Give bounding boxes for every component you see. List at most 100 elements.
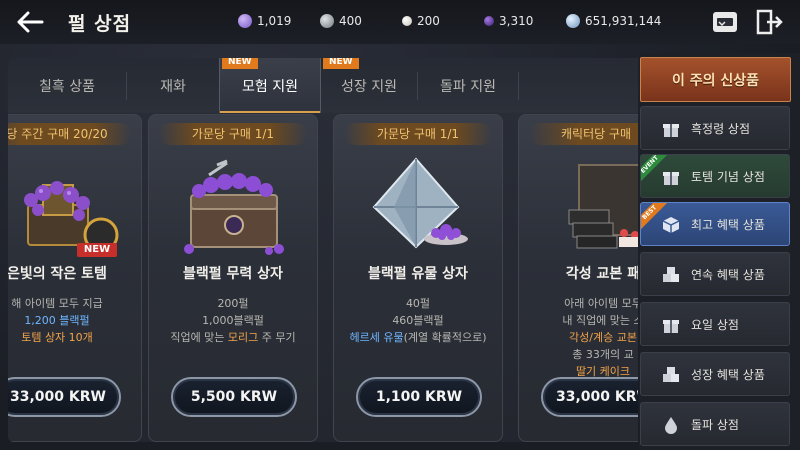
mailbox-icon — [713, 12, 737, 32]
product-card-totem[interactable]: 당 주간 구매 20/20 NEW 은빛의 작은 토템 해 아이템 모두 지급 … — [8, 114, 142, 442]
cube-icon — [662, 217, 680, 233]
product-name: 각성 교본 패 — [565, 266, 638, 282]
boxes-icon — [663, 367, 679, 382]
tab-label: 칠흑 상품 — [39, 78, 95, 95]
category-tabs: 칠흑 상품 재화 NEW 모험 지원 NEW 성장 지원 돌파 지원 — [8, 58, 638, 113]
back-arrow-icon — [17, 11, 44, 33]
sidebar-item-label: 흑정령 상점 — [691, 122, 751, 136]
sidebar-item-totem-shop[interactable]: EVENT 토템 기념 상점 — [640, 154, 790, 198]
sidebar-item-consecutive-deal[interactable]: 연속 혜택 상품 — [640, 252, 790, 296]
totem-chest-image — [24, 181, 119, 253]
product-desc-line: 직업에 맞는 모리그 주 무기 — [149, 329, 317, 345]
purple-gem-icon — [238, 14, 252, 28]
desc-text: (계열 확률적으로) — [403, 331, 487, 344]
sidebar-item-best-deal[interactable]: BEST 최고 혜택 상품 — [640, 202, 790, 246]
mailbox-button[interactable] — [710, 8, 740, 36]
sidebar-item-daily-shop[interactable]: 요일 상점 — [640, 302, 790, 346]
tab-label: 모험 지원 — [242, 78, 298, 95]
sidebar-item-label: 토템 기념 상점 — [691, 170, 765, 184]
shop-sidebar: 이 주의 신상품 흑정령 상점 EVENT 토템 기념 상점 BEST 최고 혜… — [639, 53, 800, 450]
purchase-limit: 가문당 구매 1/1 — [159, 123, 307, 145]
treasure-chest-image — [184, 159, 284, 255]
currency-silver-coin: 400 — [320, 12, 362, 30]
product-card-blackpearl-power-box[interactable]: 가문당 구매 1/1 블랙펄 무력 상자 200펄 1,000블랙펄 직업에 맞… — [148, 114, 318, 442]
highlight-text: 헤르세 유물 — [349, 331, 404, 344]
purchase-limit: 가문당 구매 1/1 — [344, 123, 492, 145]
buy-button[interactable]: 33,000 KRW — [8, 377, 121, 417]
gift-icon — [663, 172, 679, 185]
page-title: 펄 상점 — [68, 13, 132, 35]
product-card-blackpearl-relic-box[interactable]: 가문당 구매 1/1 블랙펄 유물 상자 40펄 460블랙펄 헤르세 유물(계… — [333, 114, 503, 442]
product-desc-line: 200펄 — [217, 297, 249, 310]
product-desc-line: 40펄 — [405, 297, 431, 310]
tab-black-items[interactable]: 칠흑 상품 — [8, 58, 126, 113]
sidebar-item-label: 최고 혜택 상품 — [691, 218, 765, 232]
product-list: 당 주간 구매 20/20 NEW 은빛의 작은 토템 해 아이템 모두 지급 … — [8, 114, 638, 442]
purchase-limit: 캐릭터당 구매 — [529, 123, 638, 145]
currency-value: 3,310 — [499, 14, 534, 28]
purchase-limit: 당 주간 구매 20/20 — [8, 123, 131, 145]
shop-panel: 칠흑 상품 재화 NEW 모험 지원 NEW 성장 지원 돌파 지원 당 주간 … — [8, 58, 638, 442]
shop-screen: 펄 상점 1,019 400 200 3,310 651,931,144 칠흑 … — [0, 0, 800, 450]
product-desc-line: 1,000블랙펄 — [202, 314, 264, 327]
product-name: 블랙펄 유물 상자 — [368, 266, 468, 282]
currency-white-pearl: 200 — [402, 12, 440, 30]
gift-icon — [663, 320, 679, 333]
new-badge: NEW — [222, 58, 258, 69]
product-desc-line: 해 아이템 모두 지급 — [11, 297, 103, 310]
product-desc-line: 460블랙펄 — [392, 314, 444, 327]
tab-adventure-support[interactable]: NEW 모험 지원 — [219, 58, 321, 113]
sidebar-item-spirit-shop[interactable]: 흑정령 상점 — [640, 106, 790, 150]
sidebar-item-label: 요일 상점 — [691, 318, 739, 332]
currency-black-pearl: 3,310 — [484, 12, 533, 30]
sidebar-item-label: 돌파 상점 — [691, 418, 739, 432]
currency-purple-gem: 1,019 — [238, 12, 291, 30]
buy-button[interactable]: 33,000 KRW — [541, 377, 638, 417]
currency-value: 200 — [417, 14, 440, 28]
black-pearl-icon — [484, 16, 494, 26]
product-card-awakening-book[interactable]: 캐릭터당 구매 각성 교본 패 아래 아이템 모두 내 직업에 맞는 스 각성/… — [518, 114, 638, 442]
currency-value: 651,931,144 — [585, 14, 662, 28]
product-desc-line: 내 직업에 맞는 스 — [562, 314, 638, 327]
buy-button[interactable]: 1,100 KRW — [356, 377, 482, 417]
highlight-text: 모리그 — [227, 331, 259, 344]
currency-value: 1,019 — [257, 14, 292, 28]
highlight-text: 토템 상자 10개 — [21, 331, 93, 344]
gift-icon — [663, 124, 679, 137]
product-desc-line: 헤르세 유물(계열 확률적으로) — [334, 329, 502, 345]
boxes-icon — [663, 267, 679, 282]
book-bundle-image — [568, 164, 638, 249]
desc-text: 직업에 맞는 — [170, 331, 228, 344]
product-desc-line: 1,200 블랙펄 — [24, 314, 90, 327]
product-name: 블랙펄 무력 상자 — [183, 266, 283, 282]
tab-divider — [518, 72, 519, 100]
currency-value: 400 — [339, 14, 362, 28]
tab-label: 돌파 지원 — [440, 78, 496, 95]
buy-button[interactable]: 5,500 KRW — [171, 377, 297, 417]
sidebar-item-label: 성장 혜택 상품 — [691, 368, 765, 382]
new-item-badge: NEW — [77, 243, 117, 257]
tab-label: 성장 지원 — [341, 78, 397, 95]
product-desc-line: 총 33개의 교 — [572, 348, 634, 361]
back-button[interactable] — [12, 6, 48, 38]
weekly-new-banner[interactable]: 이 주의 신상품 — [640, 57, 791, 102]
sidebar-item-breakthrough-shop[interactable]: 돌파 상점 — [640, 402, 790, 446]
silver-coin-icon — [320, 14, 334, 28]
diamond-icon — [566, 14, 580, 28]
sidebar-item-label: 연속 혜택 상품 — [691, 268, 765, 282]
tab-breakthrough-support[interactable]: 돌파 지원 — [418, 58, 518, 113]
sidebar-item-growth-deal[interactable]: 성장 혜택 상품 — [640, 352, 790, 396]
desc-text: 주 무기 — [258, 331, 296, 344]
new-badge: NEW — [323, 58, 359, 69]
white-pearl-icon — [402, 16, 412, 26]
product-name: 은빛의 작은 토템 — [8, 266, 107, 282]
exit-door-icon — [756, 9, 783, 35]
product-desc-line: 토템 상자 10개 — [8, 329, 141, 345]
currency-diamond: 651,931,144 — [566, 12, 661, 30]
tab-growth-support[interactable]: NEW 성장 지원 — [321, 58, 417, 113]
exit-button[interactable] — [754, 8, 784, 36]
product-desc-line: 아래 아이템 모두 — [564, 297, 638, 310]
tab-label: 재화 — [160, 78, 186, 95]
drop-icon — [665, 417, 677, 434]
tab-currency[interactable]: 재화 — [127, 58, 219, 113]
